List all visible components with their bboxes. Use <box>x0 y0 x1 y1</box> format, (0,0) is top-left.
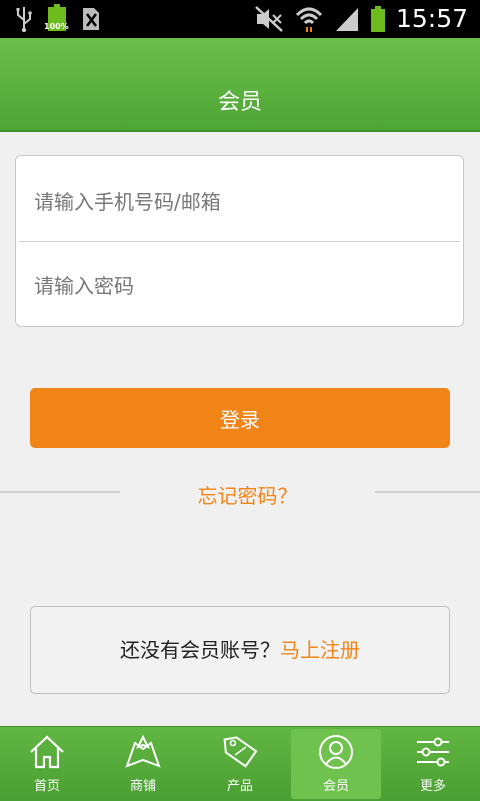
store-map-icon <box>125 734 161 768</box>
divider-left <box>0 491 120 493</box>
nav-label-member: 会员 <box>322 779 349 794</box>
nav-item-products[interactable]: 产品 <box>195 729 285 799</box>
forgot-password-link[interactable]: 忘记密码？ <box>120 480 375 509</box>
login-form-card <box>15 155 464 327</box>
signal-icon <box>335 8 358 31</box>
usb-icon <box>16 7 32 32</box>
divider-right <box>375 491 480 493</box>
register-box: 还没有会员账号？马上注册 <box>30 606 450 694</box>
nav-label-more: 更多 <box>419 779 446 794</box>
home-icon <box>30 735 64 769</box>
nav-label-home: 首页 <box>33 779 60 794</box>
battery-icon <box>370 6 385 32</box>
login-button[interactable]: 登录 <box>30 388 450 448</box>
mute-icon <box>255 6 283 32</box>
nav-label-products: 产品 <box>226 779 253 794</box>
register-link[interactable]: 马上注册 <box>280 638 360 662</box>
status-bar: 100% 15:57 <box>0 0 480 38</box>
app-header: 会员 <box>0 38 480 132</box>
bottom-nav: 首页 商铺 产品 会员 更多 <box>0 726 480 801</box>
nav-item-member[interactable]: 会员 <box>291 729 381 799</box>
settings-sliders-icon <box>417 737 449 767</box>
sale-tag-icon <box>223 736 258 768</box>
nav-item-more[interactable]: 更多 <box>388 729 478 799</box>
field-divider <box>19 241 460 242</box>
nav-item-store[interactable]: 商铺 <box>98 729 188 799</box>
nav-label-store: 商铺 <box>129 779 156 794</box>
battery-percent: 100% <box>44 22 69 31</box>
status-time: 15:57 <box>395 4 468 33</box>
phone-email-input[interactable] <box>34 172 445 232</box>
nav-item-home[interactable]: 首页 <box>2 729 92 799</box>
no-sim-icon <box>83 8 99 30</box>
register-prompt: 还没有会员账号？ <box>120 638 280 662</box>
wifi-icon <box>295 7 323 32</box>
battery-full-icon: 100% <box>44 4 69 31</box>
password-input[interactable] <box>34 256 445 316</box>
member-icon <box>319 735 353 769</box>
page-title: 会员 <box>217 90 262 115</box>
